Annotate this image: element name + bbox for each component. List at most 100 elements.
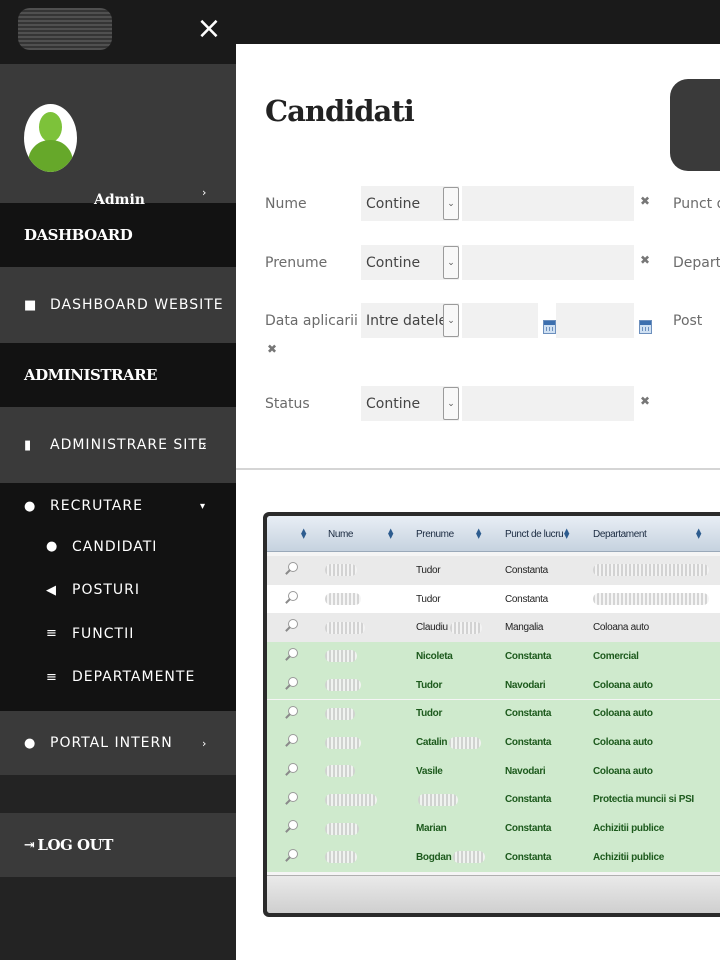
date-to-input[interactable]	[556, 303, 634, 338]
cell-prenume: Tudor	[416, 679, 443, 691]
chevron-down-icon: ⌄	[443, 304, 459, 337]
view-details-icon[interactable]	[283, 562, 299, 578]
sidebar-item-portal-intern[interactable]: ● PORTAL INTERN ›	[0, 711, 236, 775]
prenume-operator-select[interactable]: Contine ⌄	[361, 245, 459, 280]
cell-prenume	[416, 786, 458, 815]
cell-punct-de-lucru: Mangalia	[505, 622, 544, 634]
nume-label: Nume	[265, 196, 307, 212]
cell-prenume: Catalin	[416, 728, 482, 757]
table-row[interactable]: Tudor Constanta Coloana auto	[267, 699, 720, 729]
table-row[interactable]: Tudor Navodari Coloana auto	[267, 670, 720, 700]
column-header-punct-de-lucru[interactable]: Punct de lucru	[505, 516, 564, 552]
action-button[interactable]	[670, 79, 720, 171]
redacted-text	[325, 564, 357, 577]
logout-label: LOG OUT	[37, 836, 113, 854]
sidebar-item-departamente[interactable]: ≡ DEPARTAMENTE	[0, 656, 236, 700]
logout-button[interactable]: ⇥ LOG OUT	[0, 813, 236, 877]
data-operator-select[interactable]: Intre datele ⌄	[361, 303, 459, 338]
cell-prenume: Marian	[416, 823, 447, 835]
sort-icon[interactable]: ▲ ▼	[564, 528, 572, 540]
calendar-icon[interactable]	[639, 320, 652, 334]
post-label: Post	[673, 313, 703, 329]
cell-departament	[593, 556, 709, 585]
date-from-input[interactable]	[462, 303, 538, 338]
grid-header: ▲ ▼ Nume ▲ ▼ Prenume ▲ ▼ Punct de lucru ▲ ▼ …	[267, 516, 720, 552]
departament-label: Departa	[673, 255, 720, 271]
cell-prenume: Tudor	[416, 708, 443, 720]
view-details-icon[interactable]	[283, 619, 299, 635]
sidebar-item-label: DASHBOARD WEBSITE	[50, 297, 224, 313]
table-row[interactable]: Tudor Constanta	[267, 584, 720, 614]
table-row[interactable]: Marian Constanta Achizitii publice	[267, 814, 720, 843]
cell-nume	[325, 728, 361, 757]
redacted-text	[325, 765, 355, 778]
redacted-text	[418, 793, 458, 806]
sort-icon[interactable]: ▲ ▼	[301, 528, 309, 540]
table-row[interactable]: Bogdan Constanta Achizitii publice	[267, 843, 720, 872]
prenume-input[interactable]	[462, 245, 634, 280]
column-header-departament[interactable]: Departament	[593, 516, 647, 552]
sort-icon[interactable]: ▲ ▼	[476, 528, 484, 540]
view-details-icon[interactable]	[283, 762, 299, 779]
chevron-right-icon: ›	[202, 186, 207, 199]
data-aplicarii-label: Data aplicarii	[265, 313, 358, 329]
page-title: Candidati	[265, 94, 415, 128]
user-panel[interactable]: Admin ›	[0, 64, 236, 208]
avatar	[24, 104, 77, 172]
clear-prenume-icon[interactable]: ✖	[640, 253, 650, 267]
cell-punct-de-lucru: Constanta	[505, 851, 552, 863]
logout-icon: ⇥	[24, 837, 35, 853]
redacted-text	[449, 621, 482, 634]
view-details-icon[interactable]	[283, 849, 299, 865]
caret-down-icon: ▾	[200, 500, 207, 512]
column-header-prenume[interactable]: Prenume	[416, 516, 454, 552]
view-details-icon[interactable]	[283, 820, 299, 836]
close-icon[interactable]: ×	[196, 14, 222, 44]
cell-prenume: Vasile	[416, 765, 443, 777]
cell-departament: Achizitii publice	[593, 823, 665, 835]
table-row[interactable]: Vasile Navodari Coloana auto	[267, 756, 720, 786]
table-row[interactable]: Constanta Protectia muncii si PSI	[267, 785, 720, 815]
sidebar-header: ×	[0, 0, 236, 64]
cell-punct-de-lucru: Constanta	[505, 650, 552, 662]
sidebar: × Admin › DASHBOARD ■ DASHBOARD WEBSITE …	[0, 0, 236, 960]
sort-icon[interactable]: ▲ ▼	[388, 528, 396, 540]
view-details-icon[interactable]	[283, 734, 299, 750]
table-row[interactable]: Nicoleta Constanta Comercial	[267, 642, 720, 671]
sort-icon[interactable]: ▲ ▼	[696, 528, 704, 540]
clear-data-icon[interactable]: ✖	[267, 342, 277, 356]
nume-operator-select[interactable]: Contine ⌄	[361, 186, 459, 221]
dashboard-icon: ■	[24, 297, 38, 313]
redacted-text	[325, 793, 377, 806]
sidebar-item-candidati[interactable]: ● CANDIDATI	[0, 525, 236, 569]
redacted-text	[325, 851, 357, 864]
table-row[interactable]: Claudiu Mangalia Coloana auto	[267, 613, 720, 643]
status-input[interactable]	[462, 386, 634, 421]
calendar-icon[interactable]	[543, 320, 556, 334]
table-row[interactable]: Catalin Constanta Coloana auto	[267, 728, 720, 757]
sidebar-item-recrutare[interactable]: ● RECRUTARE ▾	[0, 487, 236, 525]
view-details-icon[interactable]	[283, 676, 299, 693]
nume-input[interactable]	[462, 186, 634, 221]
status-operator-select[interactable]: Contine ⌄	[361, 386, 459, 421]
bullhorn-icon: ◀	[46, 582, 57, 598]
clear-nume-icon[interactable]: ✖	[640, 194, 650, 208]
redacted-text	[325, 593, 361, 606]
sidebar-item-functii[interactable]: ≡ FUNCTII	[0, 612, 236, 656]
view-details-icon[interactable]	[283, 705, 299, 722]
view-details-icon[interactable]	[283, 590, 299, 607]
clear-status-icon[interactable]: ✖	[640, 394, 650, 408]
table-row[interactable]: Tudor Constanta	[267, 556, 720, 585]
chevron-down-icon: ⌄	[443, 246, 459, 279]
sidebar-item-dashboard-website[interactable]: ■ DASHBOARD WEBSITE	[0, 267, 236, 343]
cell-nume	[325, 757, 355, 786]
comment-icon: ●	[24, 735, 37, 751]
cell-prenume: Nicoleta	[416, 650, 453, 662]
column-header-nume[interactable]: Nume	[328, 516, 353, 552]
filter-panel: Candidati Nume Contine ⌄ ✖ Punct d Prenu…	[236, 44, 720, 470]
section-dashboard: DASHBOARD	[0, 203, 236, 267]
view-details-icon[interactable]	[283, 648, 299, 664]
view-details-icon[interactable]	[283, 791, 299, 808]
sidebar-item-administrare-site[interactable]: ▮ ADMINISTRARE SITE ›	[0, 407, 236, 483]
sidebar-item-posturi[interactable]: ◀ POSTURI	[0, 569, 236, 613]
